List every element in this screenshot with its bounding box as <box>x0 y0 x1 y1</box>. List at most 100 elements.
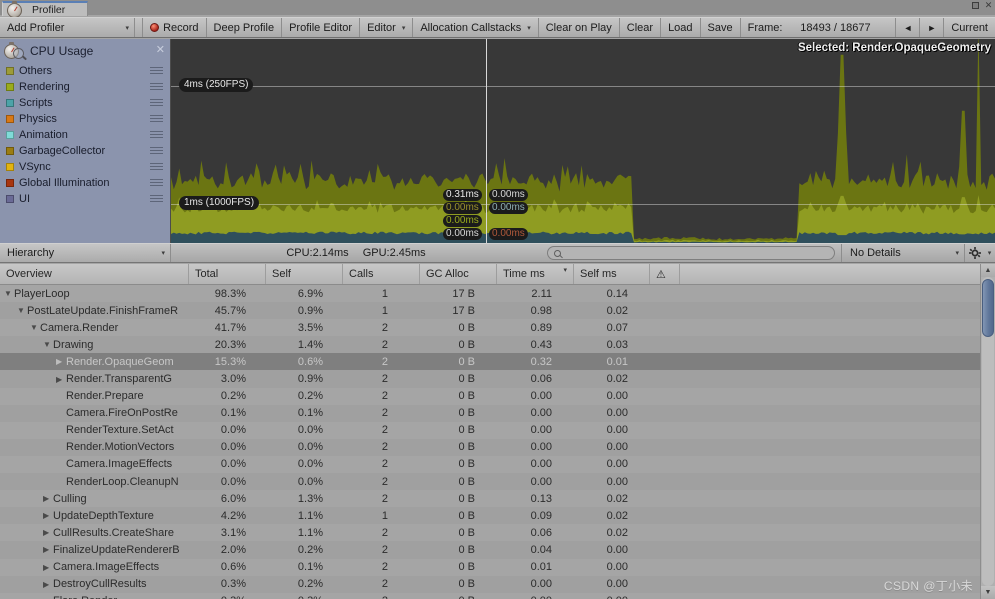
legend-item-garbagecollector[interactable]: GarbageCollector <box>0 143 170 159</box>
row-expand-toggle-icon[interactable]: ▶ <box>43 528 53 537</box>
table-row[interactable]: Render.MotionVectors0.0%0.0%20 B0.000.00 <box>0 439 995 456</box>
scrollbar-track[interactable] <box>982 277 994 586</box>
legend-item-rendering[interactable]: Rendering <box>0 79 170 95</box>
table-row[interactable]: Camera.ImageEffects0.0%0.0%20 B0.000.00 <box>0 456 995 473</box>
legend-item-global-illumination[interactable]: Global Illumination <box>0 175 170 191</box>
table-row[interactable]: Render.Prepare0.2%0.2%20 B0.000.00 <box>0 388 995 405</box>
row-expand-toggle-icon[interactable]: ▶ <box>56 357 66 366</box>
next-frame-button[interactable]: ► <box>920 18 944 37</box>
profile-editor-button[interactable]: Profile Editor <box>282 18 360 37</box>
record-button[interactable]: Record <box>143 18 206 37</box>
legend-color-swatch <box>6 115 14 123</box>
row-expand-toggle-icon[interactable]: ▶ <box>43 511 53 520</box>
row-time-cell: 0.00 <box>497 390 574 402</box>
row-calls-cell: 2 <box>343 390 420 402</box>
allocation-callstacks-dropdown[interactable]: Allocation Callstacks ▾ <box>413 18 538 37</box>
legend-item-physics[interactable]: Physics <box>0 111 170 127</box>
clear-button[interactable]: Clear <box>620 18 661 37</box>
close-window-icon[interactable]: ✕ <box>984 1 993 10</box>
table-row[interactable]: ▶UpdateDepthTexture4.2%1.1%10 B0.090.02 <box>0 507 995 524</box>
table-row[interactable]: ▼Drawing20.3%1.4%20 B0.430.03 <box>0 336 995 353</box>
clear-on-play-button[interactable]: Clear on Play <box>539 18 620 37</box>
row-total-cell: 15.3% <box>189 356 266 368</box>
table-row[interactable]: ▼Camera.Render41.7%3.5%20 B0.890.07 <box>0 319 995 336</box>
column-header-selfms[interactable]: Self ms <box>574 264 650 284</box>
row-expand-toggle-icon[interactable]: ▼ <box>4 289 14 298</box>
row-expand-toggle-icon[interactable]: ▼ <box>17 306 27 315</box>
details-dropdown[interactable]: No Details ▾ <box>841 244 965 262</box>
legend-item-scripts[interactable]: Scripts <box>0 95 170 111</box>
column-header-total[interactable]: Total <box>189 264 266 284</box>
row-name-label: FinalizeUpdateRendererB <box>53 544 180 556</box>
legend-item-ui[interactable]: UI <box>0 191 170 207</box>
row-expand-toggle-icon[interactable]: ▶ <box>43 563 53 572</box>
cpu-usage-plot[interactable]: 4ms (250FPS)1ms (1000FPS)0.31ms0.00ms0.0… <box>171 39 995 243</box>
legend-drag-handle[interactable] <box>150 163 163 172</box>
legend-drag-handle[interactable] <box>150 67 163 76</box>
record-label: Record <box>163 22 198 34</box>
save-button[interactable]: Save <box>701 18 741 37</box>
table-row[interactable]: ▶Render.TransparentG3.0%0.9%20 B0.060.02 <box>0 370 995 387</box>
profiler-tab[interactable]: Profiler <box>2 1 88 16</box>
add-profiler-dropdown[interactable]: Add Profiler ▾ <box>0 18 135 37</box>
legend-drag-handle[interactable] <box>150 83 163 92</box>
table-row[interactable]: ▼PlayerLoop98.3%6.9%117 B2.110.14 <box>0 285 995 302</box>
column-header-name[interactable]: Overview <box>0 264 189 284</box>
table-row[interactable]: ▶Flare.Render0.3%0.3%20 B0.000.00 <box>0 593 995 599</box>
table-scrollbar[interactable]: ▲ ▼ <box>980 264 995 599</box>
column-header-self[interactable]: Self <box>266 264 343 284</box>
row-time-cell: 0.43 <box>497 339 574 351</box>
table-row[interactable]: RenderLoop.CleanupN0.0%0.0%20 B0.000.00 <box>0 473 995 490</box>
legend-drag-handle[interactable] <box>150 179 163 188</box>
search-input[interactable] <box>547 246 835 260</box>
scrollbar-thumb[interactable] <box>982 279 994 337</box>
editor-label: Editor <box>367 22 396 34</box>
current-frame-button[interactable]: Current <box>944 18 995 37</box>
table-row[interactable]: ▶DestroyCullResults0.3%0.2%20 B0.000.00 <box>0 576 995 593</box>
row-selfms-cell: 0.01 <box>574 356 650 368</box>
row-time-cell: 0.00 <box>497 407 574 419</box>
table-row[interactable]: ▼PostLateUpdate.FinishFrameR45.7%0.9%117… <box>0 302 995 319</box>
chart-value-chip: 0.00ms <box>489 189 528 201</box>
row-expand-toggle-icon[interactable]: ▶ <box>56 375 66 384</box>
scroll-up-icon[interactable]: ▲ <box>981 264 995 277</box>
legend-drag-handle[interactable] <box>150 131 163 140</box>
table-row[interactable]: ▶CullResults.CreateShare3.1%1.1%20 B0.06… <box>0 524 995 541</box>
row-expand-toggle-icon[interactable]: ▶ <box>43 545 53 554</box>
table-row[interactable]: ▶Culling6.0%1.3%20 B0.130.02 <box>0 490 995 507</box>
column-header-calls[interactable]: Calls <box>343 264 420 284</box>
hierarchy-view-dropdown[interactable]: Hierarchy ▾ <box>0 244 171 262</box>
prev-frame-button[interactable]: ◄ <box>896 18 920 37</box>
table-row[interactable]: Camera.FireOnPostRe0.1%0.1%20 B0.000.00 <box>0 405 995 422</box>
column-header-time[interactable]: Time ms▾ <box>497 264 574 284</box>
table-row[interactable]: ▶Camera.ImageEffects0.6%0.1%20 B0.010.00 <box>0 559 995 576</box>
row-expand-toggle-icon[interactable]: ▶ <box>43 580 53 589</box>
table-row[interactable]: ▶Render.OpaqueGeom15.3%0.6%20 B0.320.01 <box>0 353 995 370</box>
chart-frame-cursor[interactable] <box>486 39 487 243</box>
legend-item-animation[interactable]: Animation <box>0 127 170 143</box>
row-name-label: CullResults.CreateShare <box>53 527 174 539</box>
table-row[interactable]: RenderTexture.SetAct0.0%0.0%20 B0.000.00 <box>0 422 995 439</box>
settings-button[interactable]: ▾ <box>965 244 995 262</box>
row-expand-toggle-icon[interactable]: ▶ <box>43 494 53 503</box>
legend-drag-handle[interactable] <box>150 115 163 124</box>
load-button[interactable]: Load <box>661 18 700 37</box>
editor-dropdown[interactable]: Editor ▾ <box>360 18 413 37</box>
row-expand-toggle-icon[interactable]: ▼ <box>30 323 40 332</box>
table-row[interactable]: ▶FinalizeUpdateRendererB2.0%0.2%20 B0.04… <box>0 541 995 558</box>
scroll-down-icon[interactable]: ▼ <box>981 586 995 599</box>
legend-drag-handle[interactable] <box>150 195 163 204</box>
legend-drag-handle[interactable] <box>150 99 163 108</box>
close-icon[interactable]: ✕ <box>156 43 165 56</box>
column-header-warn[interactable]: ⚠ <box>650 264 680 284</box>
deep-profile-button[interactable]: Deep Profile <box>207 18 283 37</box>
restore-window-icon[interactable] <box>972 2 979 9</box>
row-expand-toggle-icon[interactable]: ▼ <box>43 340 53 349</box>
row-calls-cell: 2 <box>343 356 420 368</box>
legend-item-vsync[interactable]: VSync <box>0 159 170 175</box>
chart-selected-label: Selected: Render.OpaqueGeometry <box>798 42 991 54</box>
column-header-gc[interactable]: GC Alloc <box>420 264 497 284</box>
row-self-cell: 0.1% <box>266 561 343 573</box>
legend-item-others[interactable]: Others <box>0 63 170 79</box>
legend-drag-handle[interactable] <box>150 147 163 156</box>
